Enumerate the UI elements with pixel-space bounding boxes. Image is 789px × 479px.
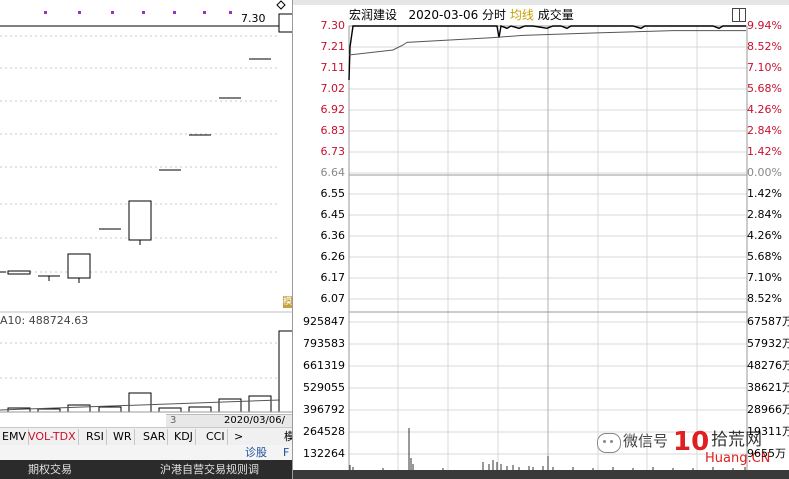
volume-label-left: 529055: [303, 381, 345, 394]
volume-label-left: 925847: [303, 315, 345, 328]
diamond-marker-icon: [276, 0, 286, 10]
price-label: 7.11: [320, 61, 346, 74]
price-label: 6.36: [320, 229, 346, 242]
tab-kdj[interactable]: KDJ: [172, 429, 196, 445]
price-label: 6.17: [320, 271, 346, 284]
price-label: 6.45: [320, 208, 346, 221]
price-label: 6.55: [320, 187, 346, 200]
volume-label-left: 396792: [303, 403, 345, 416]
news-footer: 期权交易 沪港自营交易规则调: [0, 460, 292, 479]
volume-label-left: 132264: [303, 447, 345, 460]
pct-label: 7.10%: [747, 271, 782, 284]
volume-label-left: 264528: [303, 425, 345, 438]
volume-label-right: 28966万: [747, 403, 789, 416]
kline-misc-marker: 模: [283, 296, 292, 308]
price-label: 7.21: [320, 40, 346, 53]
tab-sar[interactable]: SAR: [141, 429, 169, 445]
tab-vol-tdx[interactable]: VOL-TDX: [26, 429, 79, 445]
tab-more-arrow[interactable]: >: [232, 429, 245, 445]
volume-label-left: 793583: [303, 337, 345, 350]
pct-label: 2.84%: [747, 208, 782, 221]
tab-rsi[interactable]: RSI: [84, 429, 107, 445]
kline-date-label: 2020/03/06/: [224, 415, 286, 426]
kline-chart: [0, 0, 292, 413]
kline-price-tag: 7.30: [241, 12, 266, 25]
intraday-footer: [293, 470, 789, 479]
tab-wr[interactable]: WR: [111, 429, 135, 445]
price-label: 7.02: [320, 82, 346, 95]
volume-label-left: 661319: [303, 359, 345, 372]
price-label: 6.92: [320, 103, 346, 116]
volume-label-right: 19311万: [747, 425, 789, 438]
volume-label-right: 57932万: [747, 337, 789, 350]
kline-candles: [0, 13, 292, 283]
time-grid: [397, 26, 698, 470]
pct-label: 1.42%: [747, 145, 782, 158]
price-label: 6.83: [320, 124, 346, 137]
f-link[interactable]: F: [283, 446, 289, 459]
tab-emv[interactable]: EMV: [0, 429, 29, 445]
pct-label: 5.68%: [747, 82, 782, 95]
pct-label: 5.68%: [747, 250, 782, 263]
kline-top-dots: [44, 11, 232, 14]
pct-label: 0.00%: [747, 166, 782, 179]
indicator-tab-bar: EMV VOL-TDX RSI WR SAR KDJ CCI > 模: [0, 427, 292, 446]
watermark-logo: 10: [673, 427, 710, 457]
price-label: 6.07: [320, 292, 346, 305]
volume-label-right: 38621万: [747, 381, 789, 394]
pct-label: 8.52%: [747, 40, 782, 53]
pct-label: 7.10%: [747, 61, 782, 74]
intraday-chart: [348, 25, 748, 470]
price-label: 6.73: [320, 145, 346, 158]
pct-label: 4.26%: [747, 103, 782, 116]
pct-label: 8.52%: [747, 292, 782, 305]
intraday-panel: 宏润建设 2020-03-06 分时 均线 成交量 7.30 7.21 7.11 7.…: [292, 0, 789, 479]
wechat-icon: [597, 433, 621, 453]
footer-options-link[interactable]: 期权交易: [28, 463, 72, 476]
diagnose-bar: 诊股 F: [0, 445, 292, 460]
tab-cci[interactable]: CCI: [204, 429, 228, 445]
pct-label: 2.84%: [747, 124, 782, 137]
price-label: 6.26: [320, 250, 346, 263]
pct-label: 4.26%: [747, 229, 782, 242]
kline-volume-label: A10: 488724.63: [0, 314, 89, 327]
watermark-wechat: 微信号: [623, 432, 669, 450]
kline-scrollbar[interactable]: 3 2020/03/06/: [166, 414, 292, 427]
price-label: 6.64: [320, 166, 346, 179]
diagnose-link[interactable]: 诊股: [245, 446, 267, 459]
volume-label-right: 48276万: [747, 359, 789, 372]
pct-label: 9.94%: [747, 19, 782, 32]
volume-label-right: 67587万: [747, 315, 789, 328]
volume-label-right: 9655万: [747, 447, 786, 460]
tab-model[interactable]: 模: [282, 429, 292, 445]
kline-panel: 7.30 A10: 488724.63 3 2020/03/06/ 模 EMV …: [0, 0, 292, 479]
price-label: 7.30: [320, 19, 346, 32]
footer-news-link[interactable]: 沪港自营交易规则调: [160, 463, 259, 476]
pct-label: 1.42%: [747, 187, 782, 200]
scrollbar-number: 3: [170, 415, 177, 426]
